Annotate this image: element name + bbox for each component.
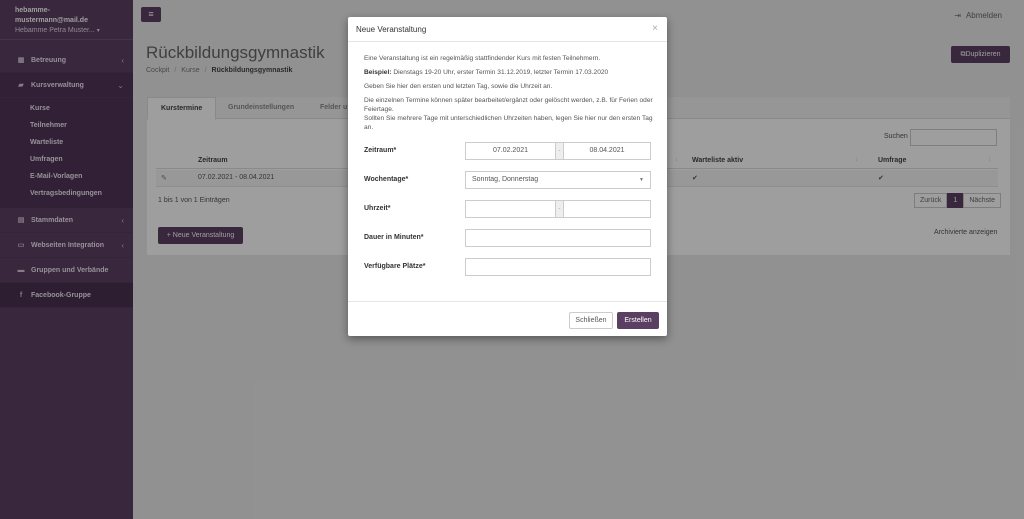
uhrzeit-label: Uhrzeit*: [364, 205, 391, 212]
modal-footer: Schließen Erstellen: [348, 301, 667, 336]
uhrzeit-range: -: [465, 200, 651, 218]
plaetze-input[interactable]: [465, 258, 651, 276]
wochentage-label: Wochentage*: [364, 176, 409, 183]
zeitraum-from-input[interactable]: 07.02.2021: [466, 143, 555, 159]
caret-down-icon: ▼: [639, 177, 644, 183]
modal-title: Neue Veranstaltung: [356, 25, 427, 34]
wochentage-value: Sonntag, Donnerstag: [472, 176, 539, 183]
zeitraum-label: Zeitraum*: [364, 147, 397, 154]
modal-intro: Eine Veranstaltung ist ein regelmäßig st…: [364, 55, 601, 62]
plaetze-label: Verfügbare Plätze*: [364, 263, 426, 270]
modal-instruction: Geben Sie hier den ersten und letzten Ta…: [364, 83, 553, 90]
example-label: Beispiel:: [364, 69, 392, 76]
close-button[interactable]: Schließen: [569, 312, 613, 329]
modal-example: Beispiel: Dienstags 19-20 Uhr, erster Te…: [364, 68, 654, 77]
modal-header: Neue Veranstaltung ×: [348, 17, 667, 42]
zeitraum-to-input[interactable]: 08.04.2021: [564, 143, 650, 159]
modal-note-multiple: Sollten Sie mehrere Tage mit unterschied…: [364, 115, 653, 131]
uhrzeit-to-input[interactable]: [564, 201, 650, 217]
close-icon[interactable]: ×: [652, 23, 658, 34]
modal-note-edit: Die einzelnen Termine können später bear…: [364, 97, 653, 113]
create-button[interactable]: Erstellen: [617, 312, 659, 329]
wochentage-select[interactable]: Sonntag, Donnerstag ▼: [465, 171, 651, 189]
range-separator: -: [555, 201, 564, 217]
zeitraum-range: 07.02.2021 - 08.04.2021: [465, 142, 651, 160]
modal-body: Eine Veranstaltung ist ein regelmäßig st…: [364, 54, 654, 132]
new-event-modal: Neue Veranstaltung × Eine Veranstaltung …: [348, 17, 667, 336]
dauer-label: Dauer in Minuten*: [364, 234, 424, 241]
example-text: Dienstags 19-20 Uhr, erster Termin 31.12…: [391, 69, 609, 76]
dauer-input[interactable]: [465, 229, 651, 247]
range-separator: -: [555, 143, 564, 159]
uhrzeit-from-input[interactable]: [466, 201, 555, 217]
